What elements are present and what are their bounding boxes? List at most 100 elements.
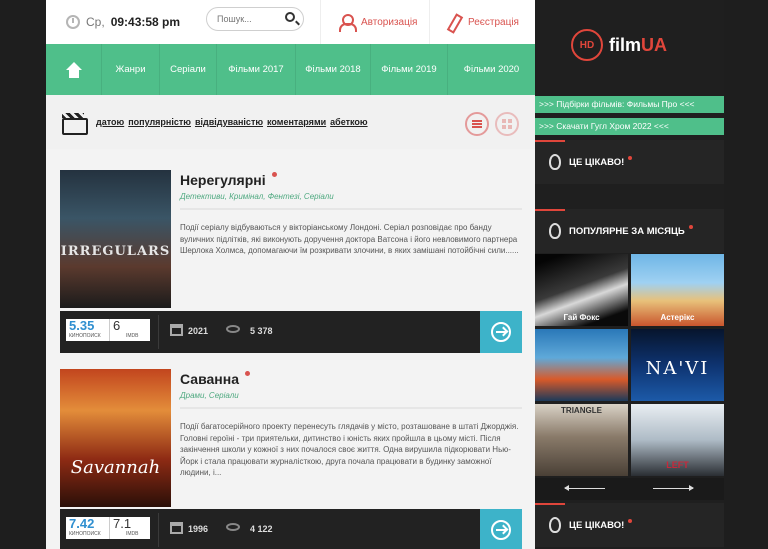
fire-icon (549, 223, 561, 239)
nav-item-films-2019[interactable]: Фільми 2019 (371, 44, 448, 95)
clapperboard-icon (62, 113, 88, 135)
thumb-text: Гай Фокс (563, 313, 600, 322)
arrow-right-icon (491, 520, 511, 540)
sort-links: датою популярністю відвідуваністю комент… (96, 117, 368, 127)
user-icon (339, 14, 357, 32)
promo-link-chrome[interactable]: >>> Скачати Гугл Хром 2022 <<< (535, 118, 724, 135)
interesting-block-bottom: ЦЕ ЦІКАВО! (535, 503, 724, 547)
login-link[interactable]: Авторизація (320, 0, 429, 44)
fire-icon (549, 517, 561, 533)
eye-icon (226, 523, 240, 531)
imdb-value: 6 (113, 318, 121, 333)
open-movie-button[interactable] (480, 311, 522, 353)
sort-by-popularity[interactable]: популярністю (128, 117, 191, 127)
main-nav: Жанри Серіали Фільми 2017 Фільми 2018 Фі… (46, 44, 535, 95)
site-logo[interactable]: HD filmUA (571, 28, 667, 62)
sort-by-date[interactable]: датою (96, 117, 124, 127)
block-header: ЦЕ ЦІКАВО! (549, 503, 633, 547)
calendar-icon (170, 522, 183, 534)
imdb-rating: 7.1 IMDB (110, 517, 150, 539)
movie-description: Події багатосерійного проекту перенесуть… (180, 422, 519, 477)
fire-icon (549, 154, 561, 170)
nav-item-films-2017[interactable]: Фільми 2017 (217, 44, 296, 95)
interesting-block: ЦЕ ЦІКАВО! (535, 140, 724, 184)
movie-views: 5 378 (250, 326, 273, 336)
kinopoisk-label: КИНОПОИСК (69, 531, 101, 537)
bar-divider (158, 315, 159, 349)
block-title: ЦЕ ЦІКАВО! (569, 156, 625, 168)
search-input[interactable] (207, 8, 277, 30)
movie-description: Події серіалу відбуваються у вікторіансь… (180, 223, 519, 255)
thumbnail[interactable] (535, 329, 628, 401)
movie-title[interactable]: Нерегулярні (180, 172, 277, 188)
home-icon (65, 61, 83, 78)
promo-link-collections[interactable]: >>> Підбірки фільмів: Фильмы Про <<< (535, 96, 724, 113)
popular-block: ПОПУЛЯРНЕ ЗА МІСЯЦЬ (535, 209, 724, 253)
movie-genres[interactable]: Драми, Серіали (180, 391, 239, 400)
thumbnail[interactable]: Гай Фокс (535, 254, 628, 326)
main-content: Ср, 09:43:58 pm Авторизація Реєстрація Ж… (46, 0, 535, 549)
login-label: Авторизація (361, 16, 418, 28)
imdb-label: IMDB (126, 531, 139, 537)
title-dot (628, 156, 633, 160)
rating-box: 5.35 КИНОПОИСК 6 IMDB (66, 319, 150, 341)
home-button[interactable] (46, 44, 102, 95)
movie-title-text[interactable]: Саванна (180, 371, 239, 387)
thumbnail[interactable]: NA'VI (631, 329, 724, 401)
top-bar: Ср, 09:43:58 pm Авторизація Реєстрація (46, 0, 535, 44)
kinopoisk-value: 7.42 (69, 516, 95, 531)
movie-title[interactable]: Саванна (180, 371, 250, 387)
new-dot (244, 371, 250, 376)
thumb-text: TRIANGLE (561, 406, 602, 415)
divider (180, 208, 522, 210)
carousel-next-icon[interactable] (653, 485, 694, 491)
imdb-rating: 6 IMDB (110, 319, 150, 341)
nav-item-films-2020[interactable]: Фільми 2020 (448, 44, 535, 95)
clock-icon (66, 15, 80, 29)
thumbnail[interactable]: TRIANGLE (535, 404, 628, 476)
eye-icon (226, 325, 240, 333)
carousel-prev-icon[interactable] (564, 485, 605, 491)
kinopoisk-label: КИНОПОИСК (69, 333, 101, 339)
thumbnail[interactable]: LEFT (631, 404, 724, 476)
logo-text: filmUA (609, 35, 667, 56)
search-icon[interactable] (285, 12, 295, 22)
movie-poster[interactable]: Savannah (60, 369, 171, 507)
carousel-controls (535, 478, 724, 500)
movie-poster[interactable]: IRREGULARS (60, 170, 171, 308)
grid-icon (502, 119, 512, 129)
register-link[interactable]: Реєстрація (429, 0, 535, 44)
movie-info-bar: 5.35 КИНОПОИСК 6 IMDB 2021 5 378 (60, 311, 522, 353)
block-header: ЦЕ ЦІКАВО! (549, 140, 633, 184)
left-margin (0, 0, 46, 549)
movie-year: 2021 (188, 326, 209, 336)
nav-item-films-2018[interactable]: Фільми 2018 (296, 44, 371, 95)
arrow-right-icon (491, 322, 511, 342)
thumbnail[interactable]: Астерікс (631, 254, 724, 326)
list-view-button[interactable] (465, 112, 489, 136)
nav-item-series[interactable]: Серіали (160, 44, 217, 95)
logo-ua: UA (641, 34, 668, 55)
nav-item-genres[interactable]: Жанри (102, 44, 160, 95)
divider (180, 407, 522, 409)
block-title: ПОПУЛЯРНЕ ЗА МІСЯЦЬ (569, 225, 685, 237)
movie-genres[interactable]: Детективи, Кримінал, Фентезі, Серіали (180, 192, 334, 201)
bar-divider (158, 513, 159, 547)
block-header: ПОПУЛЯРНЕ ЗА МІСЯЦЬ (549, 209, 693, 253)
sort-by-comments[interactable]: коментарями (267, 117, 326, 127)
right-margin (724, 0, 768, 549)
movie-title-text[interactable]: Нерегулярні (180, 172, 266, 188)
grid-view-button[interactable] (495, 112, 519, 136)
register-label: Реєстрація (468, 16, 519, 28)
sidebar: HD filmUA >>> Підбірки фільмів: Фильмы П… (535, 0, 724, 549)
imdb-label: IMDB (126, 333, 139, 339)
list-icon (472, 120, 482, 128)
new-dot (271, 172, 277, 177)
clock: Ср, 09:43:58 pm (66, 0, 180, 44)
open-movie-button[interactable] (480, 509, 522, 549)
pen-icon (446, 14, 460, 30)
sort-by-visits[interactable]: відвідуваністю (195, 117, 263, 127)
sort-by-alphabet[interactable]: абеткою (330, 117, 367, 127)
clock-time: 09:43:58 pm (110, 15, 181, 29)
movie-year: 1996 (188, 524, 209, 534)
